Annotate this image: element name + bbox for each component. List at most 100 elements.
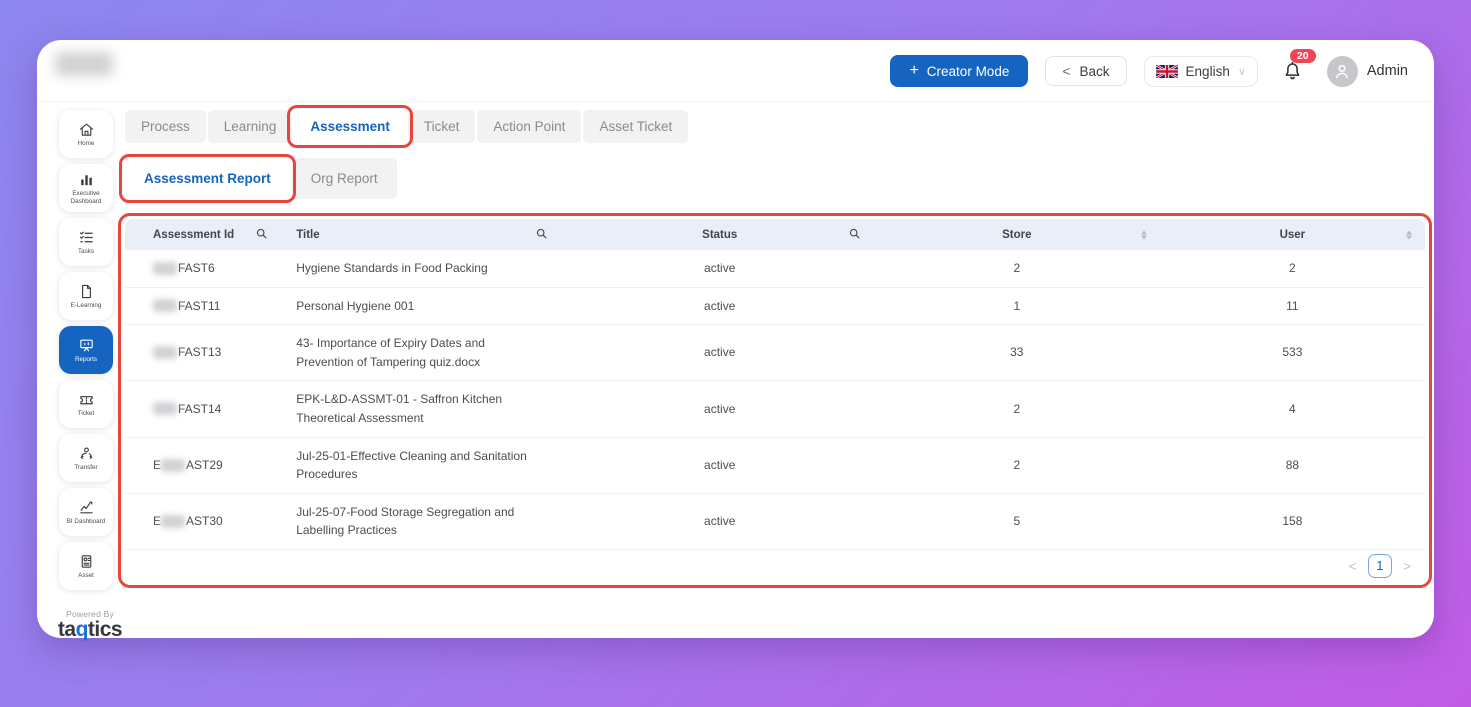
search-icon[interactable]: [848, 227, 861, 243]
status-cell: active: [566, 288, 874, 325]
sidebar-item-e-learning[interactable]: E-Learning: [59, 272, 113, 320]
creator-mode-button[interactable]: + Creator Mode: [890, 55, 1028, 87]
top-header: + Creator Mode < Back English: [37, 40, 1434, 102]
user-name: Admin: [1367, 63, 1408, 79]
redacted-id-segment: [161, 515, 185, 528]
table-row[interactable]: FAST13 43- Importance of Expiry Dates an…: [125, 325, 1425, 381]
sidebar-item-home[interactable]: Home: [59, 110, 113, 158]
app-logo-redacted: [55, 52, 113, 76]
pagination: < 1 >: [125, 550, 1425, 582]
user-cell: 158: [1160, 503, 1425, 540]
column-header-user[interactable]: User: [1160, 229, 1425, 241]
status-cell: active: [566, 447, 874, 484]
user-cell: 2: [1160, 250, 1425, 287]
language-selector[interactable]: English ∨: [1144, 56, 1258, 87]
notification-count-badge: 20: [1290, 49, 1316, 64]
store-cell: 5: [874, 503, 1160, 540]
assessment-id-cell: FAST14: [125, 391, 286, 428]
notifications-button[interactable]: 20: [1281, 60, 1304, 83]
sidebar-item-tasks[interactable]: Tasks: [59, 218, 113, 266]
powered-by-block: Powered By taqtics: [44, 609, 136, 641]
back-button[interactable]: < Back: [1045, 56, 1126, 86]
sort-icon[interactable]: [1141, 230, 1147, 239]
assessment-id-cell: EAST30: [125, 503, 286, 540]
search-icon[interactable]: [535, 227, 548, 243]
tasks-icon: [78, 229, 95, 246]
search-icon[interactable]: [255, 227, 268, 243]
redacted-id-segment: [153, 346, 177, 359]
store-cell: 1: [874, 288, 1160, 325]
table-row[interactable]: EAST30 Jul-25-07-Food Storage Segregatio…: [125, 494, 1425, 550]
tab-action-point[interactable]: Action Point: [477, 110, 581, 143]
redacted-id-segment: [161, 459, 185, 472]
sidebar-item-bi-dashboard[interactable]: BI Dashboard: [59, 488, 113, 536]
subtab-assessment-report[interactable]: Assessment Report: [125, 158, 290, 199]
tab-asset-ticket[interactable]: Asset Ticket: [583, 110, 688, 143]
sidebar-item-transfer[interactable]: Transfer: [59, 434, 113, 482]
table-body: FAST6 Hygiene Standards in Food Packing …: [125, 250, 1425, 550]
tab-assessment[interactable]: Assessment: [294, 110, 406, 143]
tab-process[interactable]: Process: [125, 110, 206, 143]
user-cell: 4: [1160, 391, 1425, 428]
sort-icon[interactable]: [1406, 230, 1412, 239]
store-cell: 2: [874, 447, 1160, 484]
column-header-assessment-id[interactable]: Assessment Id: [125, 227, 286, 243]
avatar: [1327, 56, 1358, 87]
status-cell: active: [566, 250, 874, 287]
page-number-button[interactable]: 1: [1368, 554, 1392, 578]
app-window: + Creator Mode < Back English: [37, 40, 1434, 638]
bi-dashboard-icon: [78, 499, 95, 516]
page-prev-button[interactable]: <: [1349, 558, 1357, 574]
sidebar-item-ticket[interactable]: Ticket: [59, 380, 113, 428]
title-cell: Personal Hygiene 001: [286, 288, 566, 325]
table-header-row: Assessment Id Title: [125, 219, 1425, 250]
sidebar-item-asset[interactable]: Asset: [59, 542, 113, 590]
sidebar-item-executive-dashboard[interactable]: Executive Dashboard: [59, 164, 113, 212]
table-row[interactable]: FAST11 Personal Hygiene 001 active 1 11: [125, 288, 1425, 326]
status-cell: active: [566, 391, 874, 428]
status-cell: active: [566, 334, 874, 371]
header-actions: + Creator Mode < Back English: [890, 40, 1408, 102]
title-cell: EPK-L&D-ASSMT-01 - Saffron Kitchen Theor…: [286, 381, 566, 436]
chevron-left-icon: <: [1062, 63, 1070, 79]
back-label: Back: [1080, 64, 1110, 79]
e-learning-icon: [78, 283, 95, 300]
taqtics-logo: taqtics: [44, 619, 136, 641]
store-cell: 2: [874, 250, 1160, 287]
user-cell: 11: [1160, 288, 1425, 325]
assessment-report-table-wrap: Assessment Id Title: [125, 219, 1425, 582]
ticket-icon: [78, 391, 95, 408]
assessment-id-cell: FAST6: [125, 250, 286, 287]
subtab-org-report[interactable]: Org Report: [292, 158, 397, 199]
title-cell: Jul-25-07-Food Storage Segregation and L…: [286, 494, 566, 549]
redacted-id-segment: [153, 262, 177, 275]
tab-learning[interactable]: Learning: [208, 110, 293, 143]
sidebar-item-reports[interactable]: Reports: [59, 326, 113, 374]
transfer-icon: [78, 445, 95, 462]
executive-dashboard-icon: [78, 171, 95, 188]
column-header-status[interactable]: Status: [566, 229, 874, 241]
status-cell: active: [566, 503, 874, 540]
uk-flag-icon: [1156, 65, 1178, 78]
tab-ticket[interactable]: Ticket: [408, 110, 476, 143]
plus-icon: +: [909, 63, 918, 79]
table-row[interactable]: FAST14 EPK-L&D-ASSMT-01 - Saffron Kitche…: [125, 381, 1425, 437]
report-subtabs: Assessment ReportOrg Report: [125, 158, 1425, 199]
assessment-id-cell: EAST29: [125, 447, 286, 484]
redacted-id-segment: [153, 299, 177, 312]
table-row[interactable]: FAST6 Hygiene Standards in Food Packing …: [125, 250, 1425, 288]
table-row[interactable]: EAST29 Jul-25-01-Effective Cleaning and …: [125, 438, 1425, 494]
user-menu[interactable]: Admin: [1327, 56, 1408, 87]
page-next-button[interactable]: >: [1403, 558, 1411, 574]
home-icon: [78, 121, 95, 138]
column-header-store[interactable]: Store: [874, 229, 1160, 241]
title-cell: 43- Importance of Expiry Dates and Preve…: [286, 325, 566, 380]
title-cell: Jul-25-01-Effective Cleaning and Sanitat…: [286, 438, 566, 493]
module-tabs: ProcessLearningAssessmentTicketAction Po…: [125, 110, 1425, 143]
chevron-down-icon: ∨: [1238, 65, 1246, 78]
store-cell: 33: [874, 334, 1160, 371]
creator-mode-label: Creator Mode: [927, 64, 1010, 79]
main-content: ProcessLearningAssessmentTicketAction Po…: [125, 110, 1425, 582]
title-cell: Hygiene Standards in Food Packing: [286, 250, 566, 287]
column-header-title[interactable]: Title: [286, 227, 566, 243]
